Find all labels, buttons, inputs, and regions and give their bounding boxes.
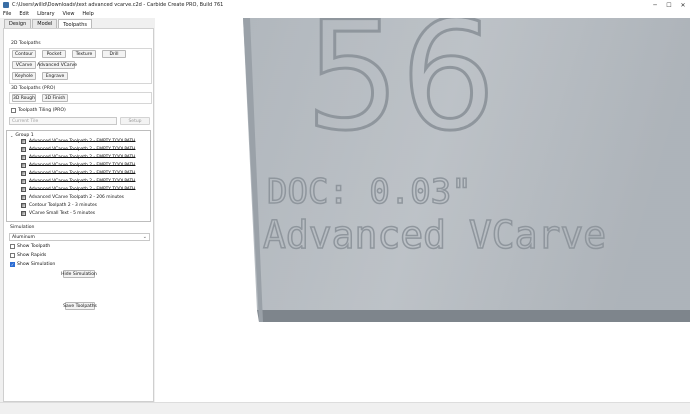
show-simulation-label: Show Simulation [17,262,56,267]
show-toolpath-box[interactable] [10,244,15,249]
drill-button[interactable]: Drill [102,50,126,58]
tab-design[interactable]: Design [4,19,32,28]
tree-item-toolpath[interactable]: Advanced VCarve Toolpath 2 - EMPTY TOOLP… [21,187,135,192]
chevron-down-icon[interactable]: ⌄ [10,133,13,138]
tab-model[interactable]: Model [32,19,58,28]
toolpath-label: Contour Toolpath 2 - 3 minutes [29,203,97,208]
toolpath-icon [21,155,26,160]
toolpaths-3d-title: 3D Toolpaths (PRO) [11,86,56,91]
toolpath-tiling-checkbox[interactable]: Toolpath Tiling (PRO) [11,108,66,113]
toolpath-icon [21,171,26,176]
maximize-button[interactable]: ☐ [662,0,676,10]
toolpath-icon [21,139,26,144]
chevron-down-icon: ⌄ [142,234,147,240]
show-rapids-box[interactable] [10,253,15,258]
minimize-button[interactable]: ─ [648,0,662,10]
tiling-setup-button[interactable]: Setup [120,117,150,125]
tree-item-toolpath[interactable]: Advanced VCarve Toolpath 2 - EMPTY TOOLP… [21,171,135,176]
menu-help[interactable]: Help [82,11,93,17]
hide-simulation-button[interactable]: Hide Simulation [61,270,97,278]
tree-item-toolpath[interactable]: VCarve Small Text - 5 minutes [21,211,95,216]
toolpath-label: Advanced VCarve Toolpath 2 - EMPTY TOOLP… [29,171,136,176]
tree-item-toolpath[interactable]: Advanced VCarve Toolpath 2 - EMPTY TOOLP… [21,139,135,144]
keyhole-button[interactable]: Keyhole [12,72,36,80]
carved-number-text: 56 [305,18,496,164]
toolpaths-2d-title: 2D Toolpaths [11,41,41,46]
toolpath-label: Advanced VCarve Toolpath 2 - EMPTY TOOLP… [29,139,136,144]
current-tile-value: Current Tile [12,118,39,124]
mode-tabs: Design Model Toolpaths [4,19,93,29]
material-select[interactable]: Aluminum ⌄ [9,233,150,241]
toolpath-label: Advanced VCarve Toolpath 2 - EMPTY TOOLP… [29,163,136,168]
tree-item-toolpath[interactable]: Advanced VCarve Toolpath 2 - EMPTY TOOLP… [21,163,135,168]
close-button[interactable]: ✕ [676,0,690,10]
3d-rough-button[interactable]: 3D Rough [12,94,36,102]
toolpath-icon [21,211,26,216]
pocket-button[interactable]: Pocket [42,50,66,58]
toolpath-icon [21,203,26,208]
save-toolpaths-button[interactable]: Save Toolpaths [63,302,97,310]
toolpath-label: Advanced VCarve Toolpath 2 - EMPTY TOOLP… [29,155,136,160]
engrave-button[interactable]: Engrave [42,72,68,80]
toolpath-label: Advanced VCarve Toolpath 2 - EMPTY TOOLP… [29,187,136,192]
carved-doc-text: DOC: 0.03" [267,172,472,212]
checkmark-icon[interactable]: ✓ [10,262,15,267]
toolpath-icon [21,179,26,184]
toolpath-label: Advanced VCarve Toolpath 2 - 206 minutes [29,195,124,200]
toolpath-tree[interactable]: ⌄ Group 1 Advanced VCarve Toolpath 2 - E… [6,130,151,222]
toolpath-icon [21,195,26,200]
tree-item-toolpath[interactable]: Advanced VCarve Toolpath 2 - EMPTY TOOLP… [21,179,135,184]
texture-button[interactable]: Texture [72,50,96,58]
show-toolpath-checkbox[interactable]: Show Toolpath [10,244,50,249]
window-title: C:\Users\willd\Downloads\text advanced v… [12,2,224,8]
advanced-vcarve-button[interactable]: Advanced VCarve [37,61,77,69]
toolpath-icon [21,163,26,168]
simulation-title: Simulation [10,225,35,230]
simulation-render: 56 DOC: 0.03" Advanced VCarve [155,18,690,402]
material-value: Aluminum [12,234,35,240]
title-bar: C:\Users\willd\Downloads\text advanced v… [0,0,690,10]
menu-bar: File Edit Library View Help [0,10,690,18]
app-icon [3,2,9,8]
tree-item-toolpath[interactable]: Advanced VCarve Toolpath 2 - EMPTY TOOLP… [21,155,135,160]
tree-group-1[interactable]: ⌄ Group 1 [10,133,34,138]
carved-vcarve-text: Advanced VCarve [263,213,606,257]
toolpath-icon [21,187,26,192]
current-tile-select[interactable]: Current Tile [9,117,117,125]
3d-finish-button[interactable]: 3D Finish [42,94,68,102]
toolpath-label: Advanced VCarve Toolpath 2 - EMPTY TOOLP… [29,179,136,184]
tree-group-label: Group 1 [15,133,34,138]
menu-edit[interactable]: Edit [19,11,29,17]
toolpath-label: Advanced VCarve Toolpath 2 - EMPTY TOOLP… [29,147,136,152]
show-simulation-checkbox[interactable]: ✓ Show Simulation [10,262,55,267]
toolpath-label: VCarve Small Text - 5 minutes [29,211,96,216]
simulation-viewport[interactable]: 56 DOC: 0.03" Advanced VCarve [155,18,690,402]
tree-item-toolpath[interactable]: Advanced VCarve Toolpath 2 - 206 minutes [21,195,124,200]
tree-item-toolpath[interactable]: Contour Toolpath 2 - 3 minutes [21,203,97,208]
contour-button[interactable]: Contour [12,50,36,58]
menu-library[interactable]: Library [37,11,54,17]
toolpath-tiling-box[interactable] [11,108,16,113]
show-rapids-checkbox[interactable]: Show Rapids [10,253,46,258]
show-toolpath-label: Show Toolpath [17,244,51,249]
stock-front-edge [257,310,690,322]
toolpath-icon [21,147,26,152]
show-rapids-label: Show Rapids [17,253,47,258]
tree-item-toolpath[interactable]: Advanced VCarve Toolpath 2 - EMPTY TOOLP… [21,147,135,152]
menu-file[interactable]: File [3,11,11,17]
menu-view[interactable]: View [63,11,75,17]
vcarve-button[interactable]: VCarve [12,61,36,69]
status-bar [0,402,690,414]
toolpath-tiling-label: Toolpath Tiling (PRO) [18,108,66,113]
